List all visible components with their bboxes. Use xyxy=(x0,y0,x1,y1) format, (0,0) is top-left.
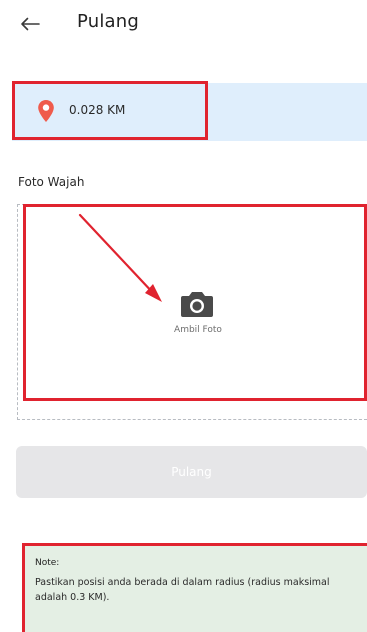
distance-value: 0.028 KM xyxy=(69,103,126,117)
arrow-left-icon xyxy=(21,17,40,31)
take-photo-label: Ambil Foto xyxy=(174,325,222,335)
submit-pulang-button[interactable]: Pulang xyxy=(16,446,367,498)
map-pin-icon xyxy=(38,100,54,122)
back-button[interactable] xyxy=(16,12,44,36)
app-header: Pulang xyxy=(0,0,367,48)
face-photo-label: Foto Wajah xyxy=(18,175,85,189)
note-text: Pastikan posisi anda berada di dalam rad… xyxy=(35,577,330,603)
camera-icon[interactable] xyxy=(180,290,214,318)
page-title: Pulang xyxy=(77,11,140,32)
note-title: Note: xyxy=(35,558,60,568)
